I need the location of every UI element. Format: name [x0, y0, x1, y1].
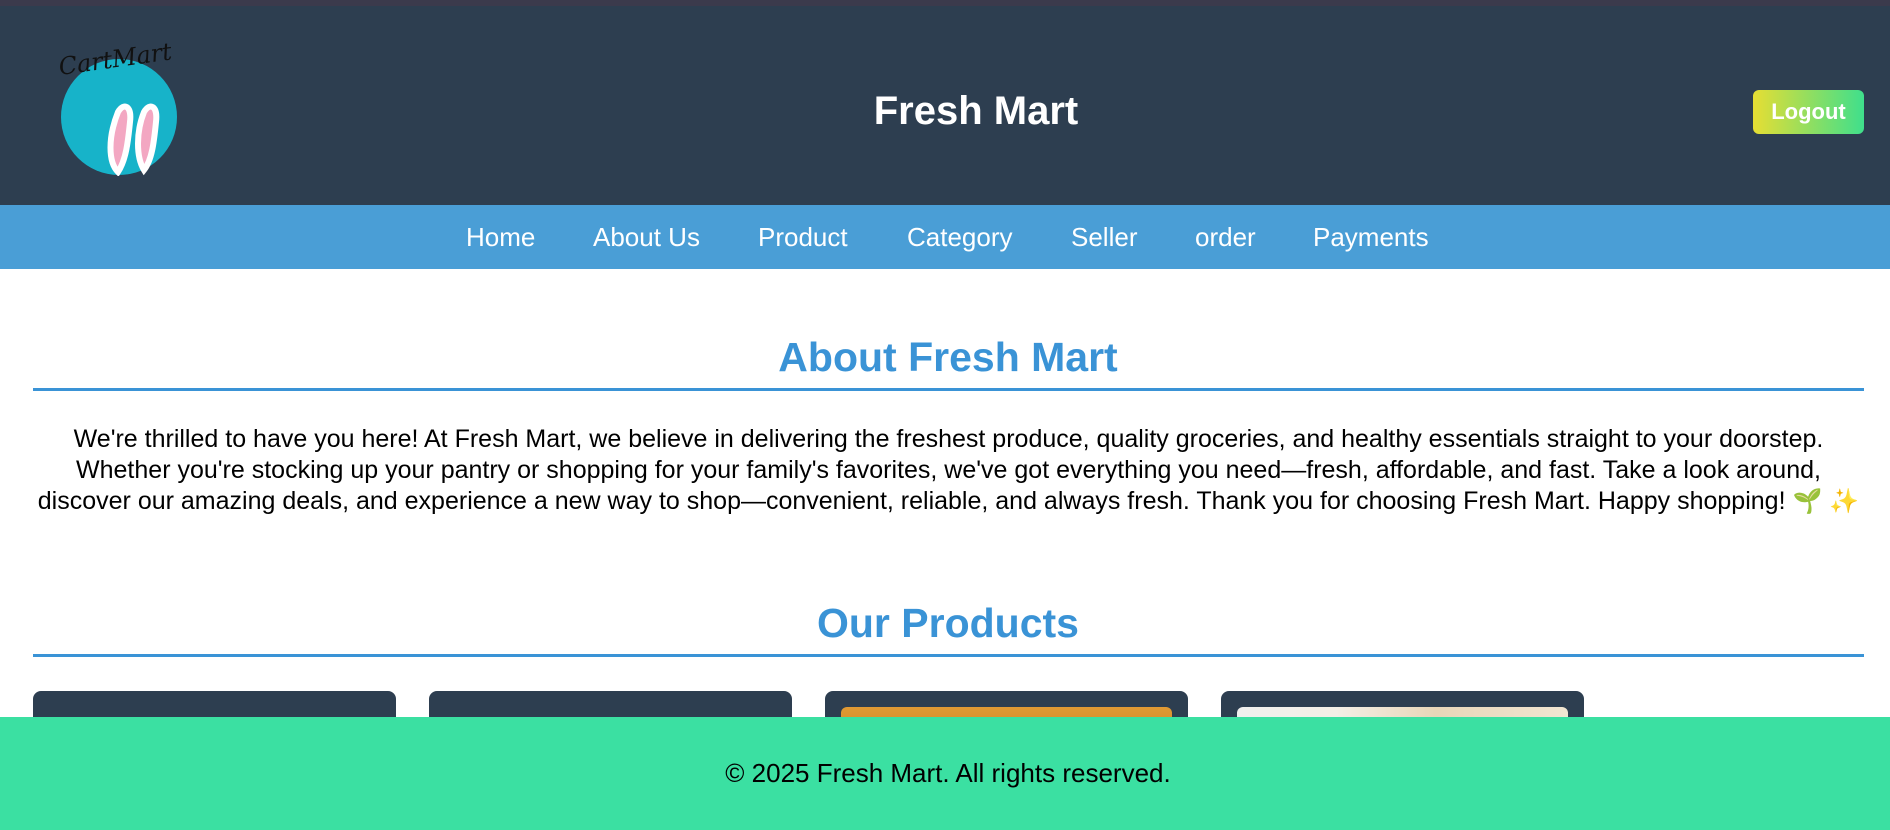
products-heading: Our Products — [817, 600, 1079, 646]
site-title: Fresh Mart — [873, 89, 1079, 133]
seedling-icon: 🌱 — [1792, 488, 1823, 515]
nav-item-home[interactable]: Home — [466, 205, 535, 269]
site-header: CartMart Fresh Mart Logout — [0, 6, 1890, 205]
about-heading: About Fresh Mart — [778, 334, 1118, 380]
about-divider — [33, 388, 1864, 391]
nav-item-category[interactable]: Category — [907, 205, 1013, 269]
nav-item-seller[interactable]: Seller — [1071, 205, 1137, 269]
nav-item-product[interactable]: Product — [758, 205, 848, 269]
site-footer: © 2025 Fresh Mart. All rights reserved. — [0, 717, 1890, 830]
products-divider — [33, 654, 1864, 657]
about-paragraph: We're thrilled to have you here! At Fres… — [33, 424, 1864, 517]
nav-item-about-us[interactable]: About Us — [593, 205, 700, 269]
about-text: We're thrilled to have you here! At Fres… — [37, 425, 1824, 515]
nav-item-payments[interactable]: Payments — [1313, 205, 1429, 269]
logout-button[interactable]: Logout — [1753, 90, 1864, 134]
nav-item-order[interactable]: order — [1195, 205, 1256, 269]
copyright-text: © 2025 Fresh Mart. All rights reserved. — [725, 758, 1171, 788]
main-nav: Home About Us Product Category Seller or… — [0, 205, 1890, 269]
sparkles-icon: ✨ — [1829, 488, 1860, 515]
